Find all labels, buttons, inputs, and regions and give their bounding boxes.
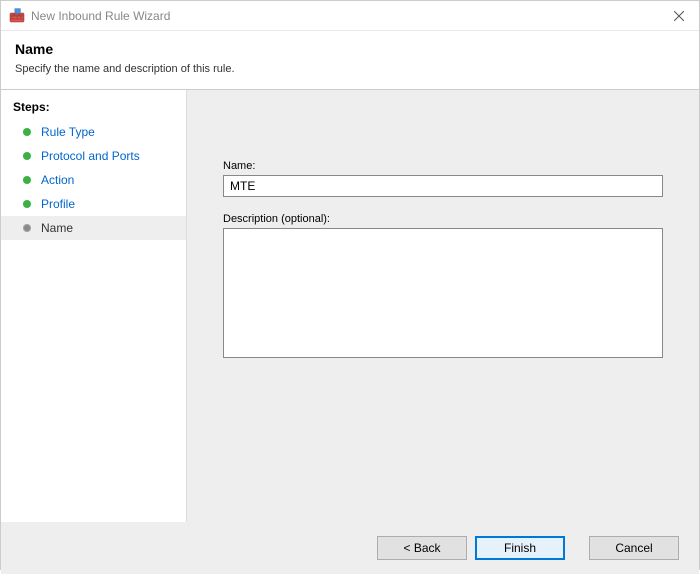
wizard-header: Name Specify the name and description of… bbox=[1, 31, 699, 89]
step-bullet-icon bbox=[23, 152, 31, 160]
step-bullet-icon bbox=[23, 176, 31, 184]
close-icon bbox=[674, 11, 684, 21]
name-input[interactable] bbox=[223, 175, 663, 197]
page-title: Name bbox=[15, 41, 685, 57]
description-input[interactable] bbox=[223, 228, 663, 358]
back-button[interactable]: < Back bbox=[377, 536, 467, 560]
steps-heading: Steps: bbox=[1, 96, 186, 120]
steps-sidebar: Steps: Rule Type Protocol and Ports Acti… bbox=[1, 90, 187, 522]
cancel-button[interactable]: Cancel bbox=[589, 536, 679, 560]
step-action[interactable]: Action bbox=[1, 168, 186, 192]
step-label: Action bbox=[41, 173, 74, 187]
name-label: Name: bbox=[223, 160, 663, 172]
step-label: Rule Type bbox=[41, 125, 95, 139]
description-label: Description (optional): bbox=[223, 213, 663, 225]
step-bullet-icon bbox=[23, 200, 31, 208]
name-field-group: Name: bbox=[223, 160, 663, 197]
firewall-icon bbox=[9, 8, 25, 24]
title-bar: New Inbound Rule Wizard bbox=[1, 1, 699, 31]
window-title: New Inbound Rule Wizard bbox=[31, 9, 659, 23]
step-profile[interactable]: Profile bbox=[1, 192, 186, 216]
step-label: Name bbox=[41, 221, 73, 235]
step-name[interactable]: Name bbox=[1, 216, 186, 240]
step-bullet-icon bbox=[23, 128, 31, 136]
close-button[interactable] bbox=[659, 1, 699, 31]
page-subtitle: Specify the name and description of this… bbox=[15, 63, 685, 75]
finish-button[interactable]: Finish bbox=[475, 536, 565, 560]
main-panel: Name: Description (optional): bbox=[187, 90, 699, 522]
content-area: Steps: Rule Type Protocol and Ports Acti… bbox=[1, 90, 699, 522]
wizard-footer: < Back Finish Cancel bbox=[1, 522, 699, 574]
step-protocol-and-ports[interactable]: Protocol and Ports bbox=[1, 144, 186, 168]
step-bullet-icon bbox=[23, 224, 31, 232]
step-label: Profile bbox=[41, 197, 75, 211]
step-label: Protocol and Ports bbox=[41, 149, 140, 163]
step-rule-type[interactable]: Rule Type bbox=[1, 120, 186, 144]
description-field-group: Description (optional): bbox=[223, 213, 663, 361]
